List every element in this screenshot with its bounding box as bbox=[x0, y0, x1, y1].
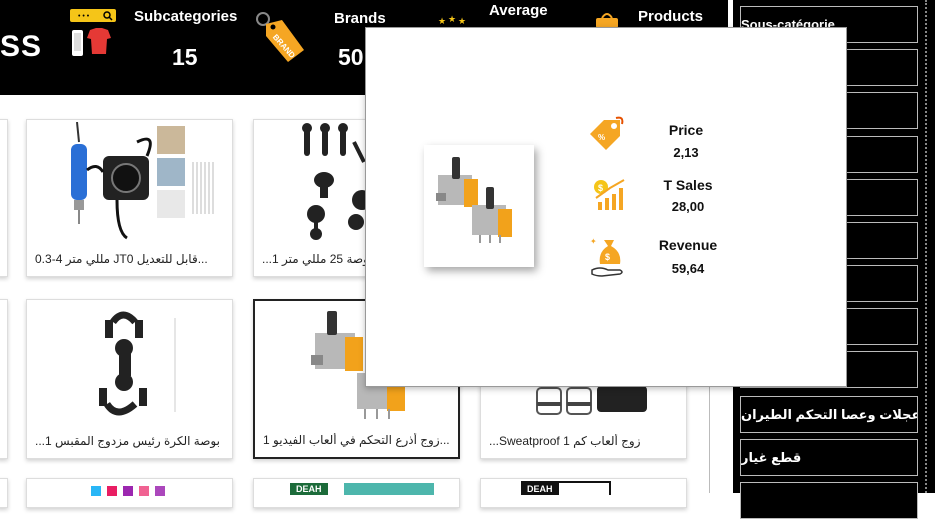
product-card[interactable] bbox=[26, 478, 233, 508]
tooltip-product-image bbox=[424, 145, 534, 267]
kpi-average-label: Average bbox=[489, 2, 548, 19]
kpi-subcategories-label: Subcategories bbox=[134, 8, 238, 25]
sales-growth-icon: $ bbox=[592, 178, 628, 212]
stars-icon: ★ ★ ★ bbox=[438, 12, 468, 28]
kpi-subcategories-value: 15 bbox=[172, 44, 198, 70]
product-caption: ...قابل للتعديل JT0 مللي متر 4-0.3 bbox=[35, 252, 208, 266]
drill-product-image bbox=[67, 121, 227, 242]
product-card[interactable]: بوصة الكرة رئيس مزدوج المقبس 1... bbox=[26, 299, 233, 459]
brand-title-partial: SS bbox=[0, 30, 43, 63]
product-caption: بوصة الكرة رئيس مزدوج المقبس 1... bbox=[35, 434, 220, 448]
subcategories-icon: • • • bbox=[68, 8, 118, 58]
product-tooltip: % Price 2,13 $ T Sales 28,00 $ ✦ Revenue… bbox=[365, 27, 847, 387]
product-card[interactable] bbox=[0, 478, 8, 508]
product-caption: زوج ألعاب كم 1 Sweatproof... bbox=[489, 434, 641, 448]
svg-text:• • •: • • • bbox=[78, 13, 90, 20]
colored-caps-image bbox=[87, 483, 197, 496]
tooltip-price-label: Price bbox=[668, 122, 704, 138]
svg-text:★: ★ bbox=[438, 16, 446, 26]
tooltip-sales-label: T Sales bbox=[663, 177, 713, 193]
product-caption: ...زوج أذرع التحكم في ألعاب الفيديو 1 bbox=[263, 433, 450, 447]
product-thumb-strip bbox=[344, 483, 434, 495]
tooltip-price-value: 2,13 bbox=[673, 145, 699, 160]
svg-text:★: ★ bbox=[458, 16, 466, 26]
sidebar-item[interactable] bbox=[740, 482, 918, 519]
tooltip-revenue-value: 59,64 bbox=[671, 261, 705, 276]
sidebar-item[interactable]: قطع غيار bbox=[740, 439, 918, 476]
brand-tag-icon: BRAND bbox=[252, 10, 308, 64]
double-ball-mount-image bbox=[95, 308, 205, 420]
product-card[interactable] bbox=[0, 299, 8, 459]
svg-text:✦: ✦ bbox=[590, 237, 597, 246]
kpi-brands-value: 50 bbox=[338, 44, 364, 70]
product-card[interactable] bbox=[0, 119, 8, 277]
kpi-brands-label: Brands bbox=[334, 10, 386, 27]
svg-text:$: $ bbox=[598, 183, 603, 193]
product-card[interactable]: ...قابل للتعديل JT0 مللي متر 4-0.3 bbox=[26, 119, 233, 277]
svg-text:%: % bbox=[598, 133, 605, 142]
finger-sleeve-product-image bbox=[533, 384, 653, 416]
products-bag-icon bbox=[592, 12, 622, 28]
tooltip-sales-value: 28,00 bbox=[671, 199, 705, 214]
tooltip-revenue-label: Revenue bbox=[658, 237, 718, 253]
revenue-money-icon: $ ✦ bbox=[590, 236, 628, 278]
price-tag-icon: % bbox=[586, 116, 626, 156]
product-brand-label: DEAH bbox=[290, 483, 328, 495]
product-card[interactable]: DEAH bbox=[253, 478, 460, 508]
product-card[interactable]: DEAH bbox=[480, 478, 687, 508]
sidebar-item[interactable]: عجلات وعصا التحكم الطيران bbox=[740, 396, 918, 433]
kpi-products-label: Products bbox=[638, 8, 704, 25]
svg-text:$: $ bbox=[605, 252, 610, 262]
svg-text:★: ★ bbox=[448, 14, 456, 24]
slicer-scrollbar[interactable] bbox=[925, 0, 929, 493]
